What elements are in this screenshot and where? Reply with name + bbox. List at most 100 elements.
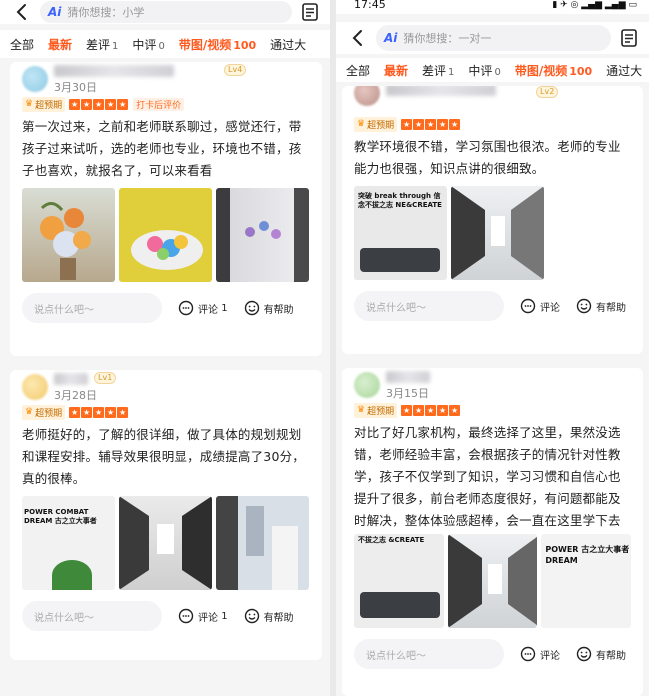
tab-neutral[interactable]: 中评 0 [132, 36, 164, 53]
rating-row: ♛ 超预期 ★ ★ ★ ★ ★ [354, 116, 643, 132]
review-date: 3月15日 [386, 387, 429, 400]
star-icon: ★ [81, 98, 93, 110]
tab-all[interactable]: 全部 [346, 62, 370, 79]
comment-input[interactable]: 说点什么吧～ [22, 293, 162, 323]
tab-latest[interactable]: 最新 [384, 62, 408, 79]
review-actions: 说点什么吧～ 评论 有帮助 [342, 638, 643, 670]
comment-icon [520, 646, 536, 662]
ai-icon: Ai [48, 5, 62, 19]
star-rating: ★ ★ ★ ★ ★ [69, 98, 129, 110]
username-blurred [386, 371, 430, 383]
review-photos: 不拔之志 &CREATE POWER 古之立大事者 DREAM [342, 534, 643, 628]
helpful-button[interactable]: 有帮助 [576, 646, 626, 662]
review-photo[interactable] [119, 188, 212, 282]
review-card: 3月15日 ♛ 超预期 ★ ★ ★ ★ ★ 对比了好几家机构，最终选择了这里，果然没选错，… [342, 368, 643, 696]
right-screenshot: 17:45 ▮ ✈ ◎ ▂▄▆ ▂▄▆ ▭ Ai 猜你想搜：一对一 全部 最新 … [336, 0, 649, 696]
tab-with-media[interactable]: 带图/视频 100 [515, 62, 592, 79]
tab-more[interactable]: 通过大 [606, 62, 642, 79]
notes-icon[interactable] [300, 2, 320, 22]
helpful-button[interactable]: 有帮助 [244, 300, 294, 316]
review-card: Lv1 3月28日 ♛ 超预期 ★ ★ ★ ★ ★ 老师挺好的，了解的很详细，做了具体的规… [10, 370, 322, 660]
review-photo[interactable]: 不拔之志 &CREATE [354, 534, 444, 628]
review-photos: POWER COMBAT DREAM 古之立大事者 [10, 496, 322, 590]
review-photo[interactable] [119, 496, 212, 590]
review-text: 教学环境很不错，学习氛围也很浓。老师的专业能力也很强，知识点讲的很细致。 [354, 139, 621, 176]
plant-shape [52, 560, 92, 590]
review-actions: 说点什么吧～ 评论 有帮助 [342, 290, 643, 322]
comment-input[interactable]: 说点什么吧～ [354, 291, 504, 321]
comment-input[interactable]: 说点什么吧～ [354, 639, 504, 669]
tab-with-media[interactable]: 带图/视频 100 [179, 36, 256, 53]
review-photos [10, 188, 322, 282]
checkin-tag: 打卡后评价 [133, 97, 185, 111]
username-blurred [386, 86, 496, 96]
star-icon: ★ [93, 98, 105, 110]
back-icon[interactable] [346, 27, 368, 49]
avatar[interactable] [354, 372, 380, 398]
star-icon: ★ [81, 406, 93, 418]
level-badge: Lv4 [224, 64, 247, 76]
search-input[interactable]: Ai 猜你想搜：一对一 [376, 25, 611, 51]
status-time: 17:45 [354, 0, 386, 11]
exceed-badge: ♛ 超预期 [22, 404, 66, 420]
avatar[interactable] [354, 86, 380, 106]
comment-button[interactable]: 评论 1 [178, 300, 228, 316]
username-blurred [54, 373, 88, 385]
star-icon: ★ [401, 118, 413, 130]
tab-negative[interactable]: 差评 1 [86, 36, 118, 53]
avatar[interactable] [22, 374, 48, 400]
comment-button[interactable]: 评论 [520, 646, 560, 662]
sofa-shape [360, 248, 440, 272]
helpful-button[interactable]: 有帮助 [576, 298, 626, 314]
rating-row: ♛ 超预期 ★ ★ ★ ★ ★ 打卡后评价 [22, 96, 322, 112]
wall-slogan: POWER COMBAT DREAM 古之立大事者 [24, 508, 97, 525]
tab-negative[interactable]: 差评 1 [422, 62, 454, 79]
comment-input[interactable]: 说点什么吧～ [22, 601, 162, 631]
star-rating: ★ ★ ★ ★ ★ [69, 406, 129, 418]
review-date: 3月28日 [54, 389, 97, 402]
review-photo[interactable] [447, 534, 538, 628]
star-icon: ★ [69, 406, 81, 418]
search-placeholder: 猜你想搜：小学 [67, 6, 145, 19]
helpful-icon [576, 298, 592, 314]
star-icon: ★ [401, 404, 413, 416]
star-rating: ★ ★ ★ ★ ★ [401, 404, 461, 416]
ai-icon: Ai [384, 31, 398, 45]
review-photo[interactable]: 突破 break through 信念不拔之志 NE&CREATE [354, 186, 447, 280]
search-input[interactable]: Ai 猜你想搜：小学 [40, 1, 292, 23]
back-icon[interactable] [10, 1, 32, 23]
star-icon: ★ [117, 98, 129, 110]
star-icon: ★ [425, 404, 437, 416]
star-icon: ★ [437, 404, 449, 416]
level-badge: Lv1 [94, 372, 117, 384]
wall-slogan: 不拔之志 &CREATE [358, 536, 425, 544]
tab-more[interactable]: 通过大 [270, 36, 306, 53]
review-photo[interactable] [22, 188, 115, 282]
crown-icon: ♛ [357, 405, 366, 415]
rating-row: ♛ 超预期 ★ ★ ★ ★ ★ [354, 402, 643, 418]
status-bar: 17:45 ▮ ✈ ◎ ▂▄▆ ▂▄▆ ▭ [336, 0, 649, 14]
star-icon: ★ [413, 118, 425, 130]
tab-latest[interactable]: 最新 [48, 36, 72, 53]
review-photo[interactable] [216, 496, 309, 590]
tab-all[interactable]: 全部 [10, 36, 34, 53]
star-icon: ★ [69, 98, 81, 110]
review-photo[interactable]: POWER 古之立大事者 DREAM [541, 534, 632, 628]
comment-button[interactable]: 评论 [520, 298, 560, 314]
sofa-shape [360, 592, 440, 618]
notes-icon[interactable] [619, 28, 639, 48]
avatar[interactable] [22, 66, 48, 92]
rating-row: ♛ 超预期 ★ ★ ★ ★ ★ [22, 404, 322, 420]
helpful-icon [244, 608, 259, 624]
comment-button[interactable]: 评论 1 [178, 608, 228, 624]
tab-neutral[interactable]: 中评 0 [468, 62, 500, 79]
crown-icon: ♛ [25, 99, 34, 109]
helpful-icon [576, 646, 592, 662]
crown-icon: ♛ [25, 407, 34, 417]
helpful-button[interactable]: 有帮助 [244, 608, 294, 624]
review-photo[interactable] [451, 186, 544, 280]
review-photo[interactable]: POWER COMBAT DREAM 古之立大事者 [22, 496, 115, 590]
search-placeholder: 猜你想搜：一对一 [403, 32, 492, 45]
wall-slogan: 突破 break through 信念不拔之志 NE&CREATE [358, 192, 442, 209]
review-photo[interactable] [216, 188, 309, 282]
